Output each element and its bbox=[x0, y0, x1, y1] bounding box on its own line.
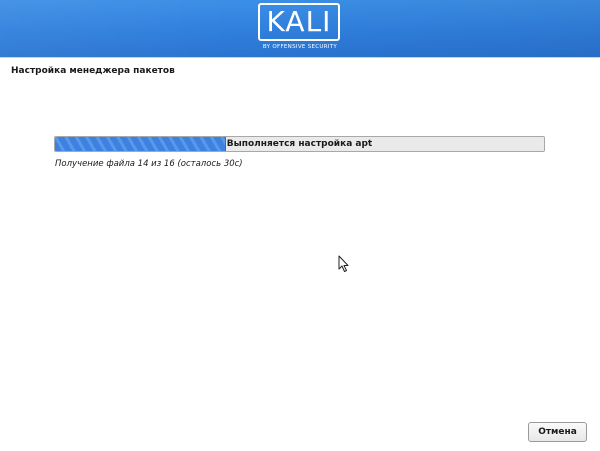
progress-status-text: Получение файла 14 из 16 (осталось 30с) bbox=[55, 159, 243, 169]
header-divider bbox=[0, 57, 600, 58]
logo-text: KALI bbox=[266, 5, 332, 38]
mouse-pointer-icon bbox=[338, 255, 349, 272]
cancel-button[interactable]: Отмена bbox=[528, 422, 587, 442]
progress-bar: Выполняется настройка apt bbox=[54, 136, 545, 152]
kali-logo: KALI BY OFFENSIVE SECURITY bbox=[250, 3, 350, 55]
header-banner: KALI BY OFFENSIVE SECURITY bbox=[0, 0, 600, 57]
logo-subtitle: BY OFFENSIVE SECURITY bbox=[262, 44, 338, 50]
progress-label: Выполняется настройка apt bbox=[226, 139, 373, 149]
page-title: Настройка менеджера пакетов bbox=[11, 66, 175, 76]
